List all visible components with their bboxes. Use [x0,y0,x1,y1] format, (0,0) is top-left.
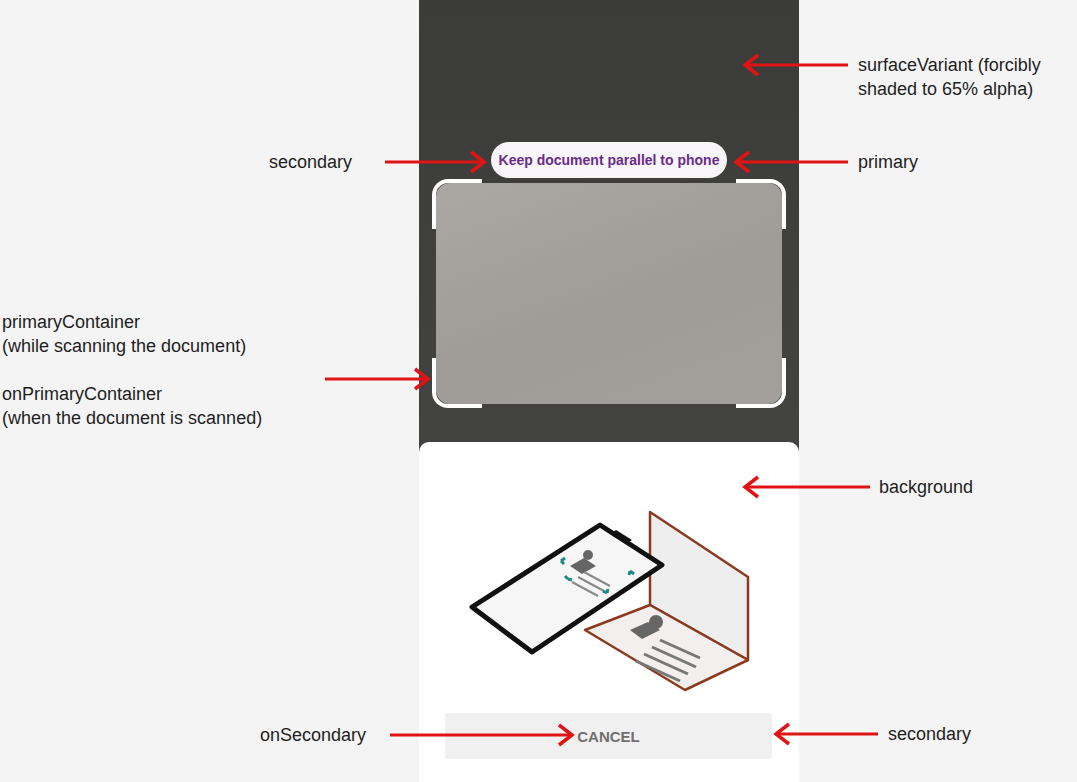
corner-bracket [736,179,786,229]
annotation-block: secondary [269,150,352,174]
cancel-button[interactable]: CANCEL [445,713,772,759]
annotation-label: primaryContainer(while scanning the docu… [2,310,262,430]
annotation-block: onPrimaryContainer(when the document is … [2,382,262,430]
annotation-label: background [879,475,973,499]
hint-pill: Keep document parallel to phone [491,142,728,178]
annotation-label: secondary [269,150,352,174]
annotation-label: onSecondary [260,723,366,747]
annotation-label: secondary [888,722,971,746]
phone-screen: Keep document parallel to phone CANCEL [419,0,799,782]
annotation-block: surfaceVariant (forciblyshaded to 65% al… [858,53,1041,101]
bottom-sheet: CANCEL [419,442,799,782]
color-annotation-diagram: Keep document parallel to phone CANCEL s… [0,0,1077,782]
pointer-arrow-icon [325,369,428,389]
annotation-label: primary [858,150,918,174]
annotation-block: onSecondary [260,723,366,747]
camera-overlay: Keep document parallel to phone [419,0,799,442]
pointer-arrow-icon [745,55,848,75]
annotation-block: background [879,475,973,499]
annotation-label: surfaceVariant (forciblyshaded to 65% al… [858,53,1041,101]
pointer-arrow-icon [390,725,572,745]
corner-bracket [432,179,482,229]
corner-bracket [432,358,482,408]
pointer-arrow-icon [745,477,870,497]
annotation-block: secondary [888,722,971,746]
phone-scanning-document-icon [460,500,760,700]
scan-frame [436,183,782,404]
annotation-block: primaryContainer(while scanning the docu… [2,310,262,358]
annotation-block: primary [858,150,918,174]
pointer-arrow-icon [736,152,848,172]
pointer-arrow-icon [385,152,484,172]
corner-bracket [736,358,786,408]
arrow-layer [0,0,1077,782]
pointer-arrow-icon [776,724,878,744]
